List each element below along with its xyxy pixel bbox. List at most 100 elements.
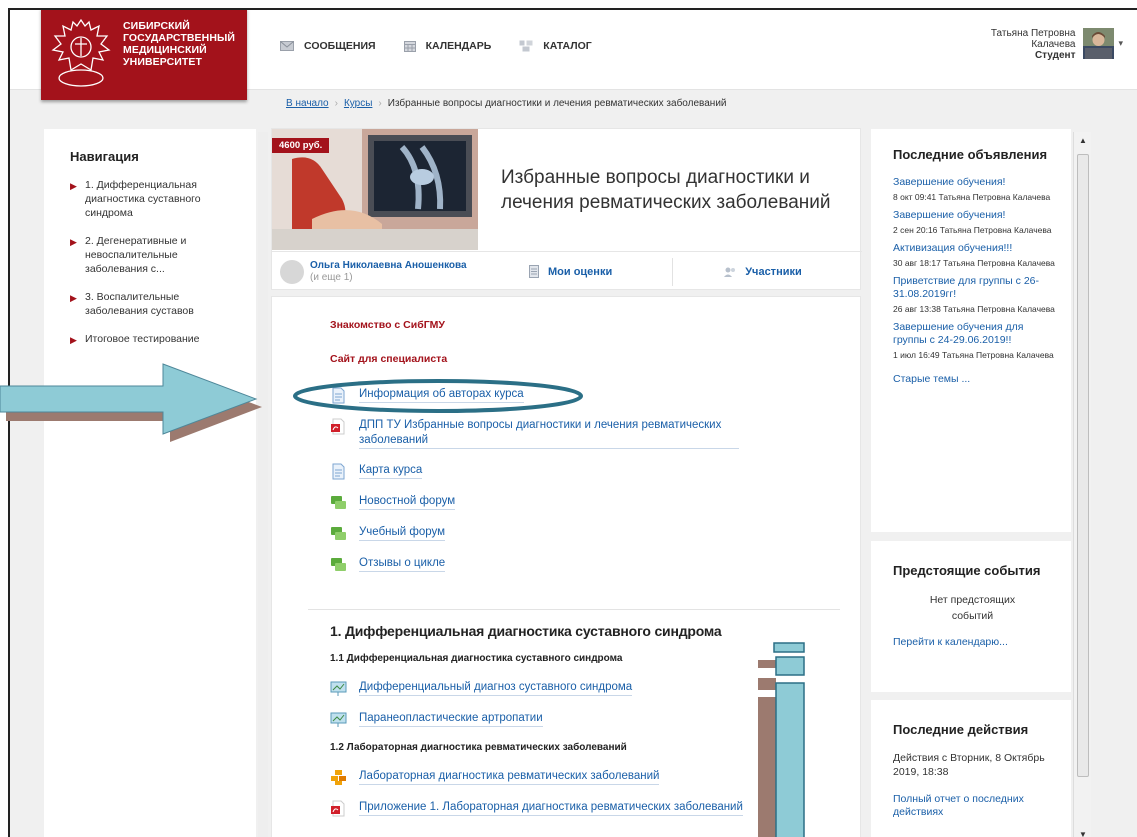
more-teachers[interactable]: (и еще 1) xyxy=(310,272,467,284)
avatar[interactable] xyxy=(1083,28,1115,59)
navigation-title: Навигация xyxy=(70,149,139,164)
triangle-right-icon: ▶ xyxy=(70,181,77,191)
breadcrumb-courses[interactable]: Курсы xyxy=(344,98,372,109)
chevron-down-icon[interactable]: ▾ xyxy=(1118,38,1123,49)
announcement-item[interactable]: Приветствие для группы с 26-31.08.2019гг… xyxy=(893,275,1058,315)
breadcrumb-separator: › xyxy=(334,98,338,109)
breadcrumb-home[interactable]: В начало xyxy=(286,98,329,109)
page-icon xyxy=(332,387,345,404)
nav-item-final-test[interactable]: ▶ Итоговое тестирование xyxy=(70,332,240,346)
scroll-up-icon[interactable]: ▲ xyxy=(1079,136,1087,145)
user-menu[interactable]: Татьяна Петровна Калачева Студент ▾ xyxy=(991,28,1123,61)
triangle-right-icon: ▶ xyxy=(70,293,77,303)
activity-label: Лабораторная диагностика ревматических з… xyxy=(359,769,660,785)
subsection-title: 1.2 Лабораторная диагностика ревматическ… xyxy=(330,742,627,753)
nav-calendar-label: КАЛЕНДАРЬ xyxy=(425,40,492,52)
activity-authors-info[interactable]: Информация об авторах курса xyxy=(330,387,739,404)
announcements-title: Последние объявления xyxy=(893,147,1048,162)
my-grades-link[interactable]: Мои оценки xyxy=(478,258,672,286)
breadcrumb: В начало › Курсы › Избранные вопросы диа… xyxy=(286,98,727,109)
activity-lab-diagnosis[interactable]: Лабораторная диагностика ревматических з… xyxy=(330,769,743,786)
breadcrumb-separator: › xyxy=(378,98,382,109)
scrollbar-thumb[interactable] xyxy=(1077,154,1089,777)
crest-icon xyxy=(51,18,111,87)
announcement-date: 2 сен 20:16 Татьяна Петровна Калачева xyxy=(893,225,1052,235)
envelope-icon xyxy=(280,41,294,51)
teacher-info[interactable]: Ольга Николаевна Аношенкова (и еще 1) xyxy=(272,259,478,284)
nav-messages[interactable]: СООБЩЕНИЯ xyxy=(280,40,376,52)
announcement-item[interactable]: Завершение обучения для группы с 24-29.0… xyxy=(893,321,1058,361)
activity-label: Паранеопластические артропатии xyxy=(359,711,543,727)
announcement-item[interactable]: Завершение обучения! 8 окт 09:41 Татьяна… xyxy=(893,176,1058,203)
recent-activity-since: Действия с Вторник, 8 Октябрь 2019, 18:3… xyxy=(893,752,1045,778)
forum-icon xyxy=(331,496,346,509)
university-logo[interactable]: СИБИРСКИЙ ГОСУДАРСТВЕННЫЙ МЕДИЦИНСКИЙ УН… xyxy=(41,10,247,100)
breadcrumb-current: Избранные вопросы диагностики и лечения … xyxy=(387,98,727,109)
page-scrollbar[interactable]: ▲ ▼ xyxy=(1073,132,1091,837)
presentation-icon xyxy=(330,681,347,696)
section-title: 1. Дифференциальная диагностика суставно… xyxy=(330,623,722,639)
activity-news-forum[interactable]: Новостной форум xyxy=(330,494,739,511)
activity-course-map[interactable]: Карта курса xyxy=(330,463,739,480)
announcement-date: 30 авг 18:17 Татьяна Петровна Калачева xyxy=(893,258,1055,268)
site-header: СИБИРСКИЙ ГОСУДАРСТВЕННЫЙ МЕДИЦИНСКИЙ УН… xyxy=(10,10,1137,100)
subsection-title: 1.1 Дифференциальная диагностика суставн… xyxy=(330,653,623,664)
activity-program-pdf[interactable]: ДПП ТУ Избранные вопросы диагностики и л… xyxy=(330,418,739,449)
logo-line: СИБИРСКИЙ xyxy=(123,20,190,32)
participants-icon xyxy=(724,267,736,277)
older-topics-link[interactable]: Старые темы ... xyxy=(893,373,1071,385)
course-content: Знакомство с СибГМУ Сайт для специалиста… xyxy=(271,296,861,837)
logo-line: УНИВЕРСИТЕТ xyxy=(123,56,203,68)
nav-messages-label: СООБЩЕНИЯ xyxy=(304,40,376,52)
forum-icon xyxy=(331,558,346,571)
announcement-title[interactable]: Приветствие для группы с 26-31.08.2019гг… xyxy=(893,275,1058,301)
nav-catalog-label: КАТАЛОГ xyxy=(543,40,592,52)
browser-frame: СИБИРСКИЙ ГОСУДАРСТВЕННЫЙ МЕДИЦИНСКИЙ УН… xyxy=(8,8,1137,837)
my-grades-label: Мои оценки xyxy=(548,265,613,278)
nav-item-section-2[interactable]: ▶ 2. Дегенеративные и невоспалительные за… xyxy=(70,234,240,276)
activity-appendix-1[interactable]: Приложение 1. Лабораторная диагностика р… xyxy=(330,800,743,817)
activity-feedback[interactable]: Отзывы о цикле xyxy=(330,556,739,573)
page-icon xyxy=(332,463,345,480)
announcement-date: 8 окт 09:41 Татьяна Петровна Калачева xyxy=(893,192,1051,202)
calendar-icon xyxy=(403,41,416,52)
nav-calendar[interactable]: КАЛЕНДАРЬ xyxy=(403,40,492,52)
announcement-item[interactable]: Завершение обучения! 2 сен 20:16 Татьяна… xyxy=(893,209,1058,236)
announcement-item[interactable]: Активизация обучения!!! 30 авг 18:17 Тат… xyxy=(893,242,1058,269)
link-about-university[interactable]: Знакомство с СибГМУ xyxy=(330,319,739,331)
link-specialist-site[interactable]: Сайт для специалиста xyxy=(330,353,739,365)
left-scrollbar[interactable] xyxy=(258,132,268,837)
nav-item-section-1[interactable]: ▶ 1. Дифференциальная диагностика суставн… xyxy=(70,178,240,220)
participants-label: Участники xyxy=(745,265,802,278)
scroll-down-icon[interactable]: ▼ xyxy=(1079,830,1087,837)
grades-icon xyxy=(529,265,539,278)
announcement-title[interactable]: Завершение обучения для группы с 24-29.0… xyxy=(893,321,1058,347)
activity-paraneoplastic[interactable]: Паранеопластические артропатии xyxy=(330,711,743,728)
recent-activity-block: Последние действия Действия с Вторник, 8… xyxy=(871,700,1071,837)
announcement-title[interactable]: Завершение обучения! xyxy=(893,176,1058,189)
nav-item-label: 1. Дифференциальная диагностика суставно… xyxy=(85,179,201,219)
recent-activity-title: Последние действия xyxy=(893,722,1029,737)
activity-label: Дифференциальный диагноз суставного синд… xyxy=(359,680,633,696)
course-main: 4600 руб. Избранные вопросы диагностики … xyxy=(271,128,862,837)
teacher-avatar xyxy=(280,259,304,284)
activity-study-forum[interactable]: Учебный форум xyxy=(330,525,739,542)
nav-item-section-3[interactable]: ▶ 3. Воспалительные заболевания суставов xyxy=(70,290,240,318)
participants-link[interactable]: Участники xyxy=(672,257,862,286)
announcement-title[interactable]: Завершение обучения! xyxy=(893,209,1058,222)
nav-catalog[interactable]: КАТАЛОГ xyxy=(519,40,592,52)
calendar-link[interactable]: Перейти к календарю... xyxy=(893,636,1071,648)
activity-differential-diagnosis[interactable]: Дифференциальный диагноз суставного синд… xyxy=(330,680,743,697)
navigation-block: Навигация ▶ 1. Дифференциальная диагности… xyxy=(44,129,256,837)
teacher-name[interactable]: Ольга Николаевна Аношенкова xyxy=(310,260,467,272)
course-title: Избранные вопросы диагностики и лечения … xyxy=(501,167,831,213)
nav-item-label: 3. Воспалительные заболевания суставов xyxy=(85,291,194,317)
full-report-link[interactable]: Полный отчет о последних действиях xyxy=(893,793,1043,819)
activity-label: Учебный форум xyxy=(359,525,446,541)
pdf-icon xyxy=(331,418,345,435)
logo-line: МЕДИЦИНСКИЙ xyxy=(123,44,207,56)
section-1: 1. Дифференциальная диагностика суставно… xyxy=(330,623,743,831)
announcement-title[interactable]: Активизация обучения!!! xyxy=(893,242,1058,255)
activity-label: Приложение 1. Лабораторная диагностика р… xyxy=(359,800,743,816)
catalog-icon xyxy=(519,40,533,52)
